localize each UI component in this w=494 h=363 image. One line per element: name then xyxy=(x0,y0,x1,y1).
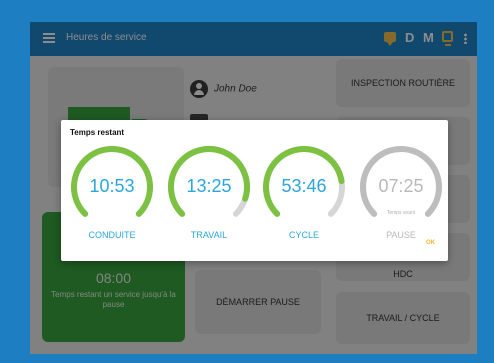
dialog-title: Temps restant xyxy=(70,128,125,137)
app-screen: Heures de service D M John Doe INSPECTIO… xyxy=(30,22,477,354)
gauge-sub-label: Temps avant xyxy=(386,210,416,216)
gauge-value: 13:25 xyxy=(186,176,232,196)
ok-button[interactable]: OK xyxy=(426,240,435,246)
remaining-time-dialog: Temps restant 10:53 CONDUITE 13:25 TRAVA… xyxy=(61,120,448,261)
gauge-value: 07:25 xyxy=(378,176,424,196)
gauge-label: PAUSE xyxy=(386,230,416,240)
gauge-value: 53:46 xyxy=(281,176,327,196)
gauge-label: TRAVAIL xyxy=(190,230,228,240)
gauge-conduite: 10:53 CONDUITE xyxy=(67,142,157,242)
gauge-value: 10:53 xyxy=(89,176,135,196)
gauge-travail: 13:25 TRAVAIL xyxy=(164,142,254,242)
gauge-cycle: 53:46 CYCLE xyxy=(259,142,349,242)
gauge-label: CONDUITE xyxy=(88,230,136,240)
gauge-pause: 07:25 Temps avant PAUSE xyxy=(356,142,446,242)
gauge-label: CYCLE xyxy=(288,230,319,240)
